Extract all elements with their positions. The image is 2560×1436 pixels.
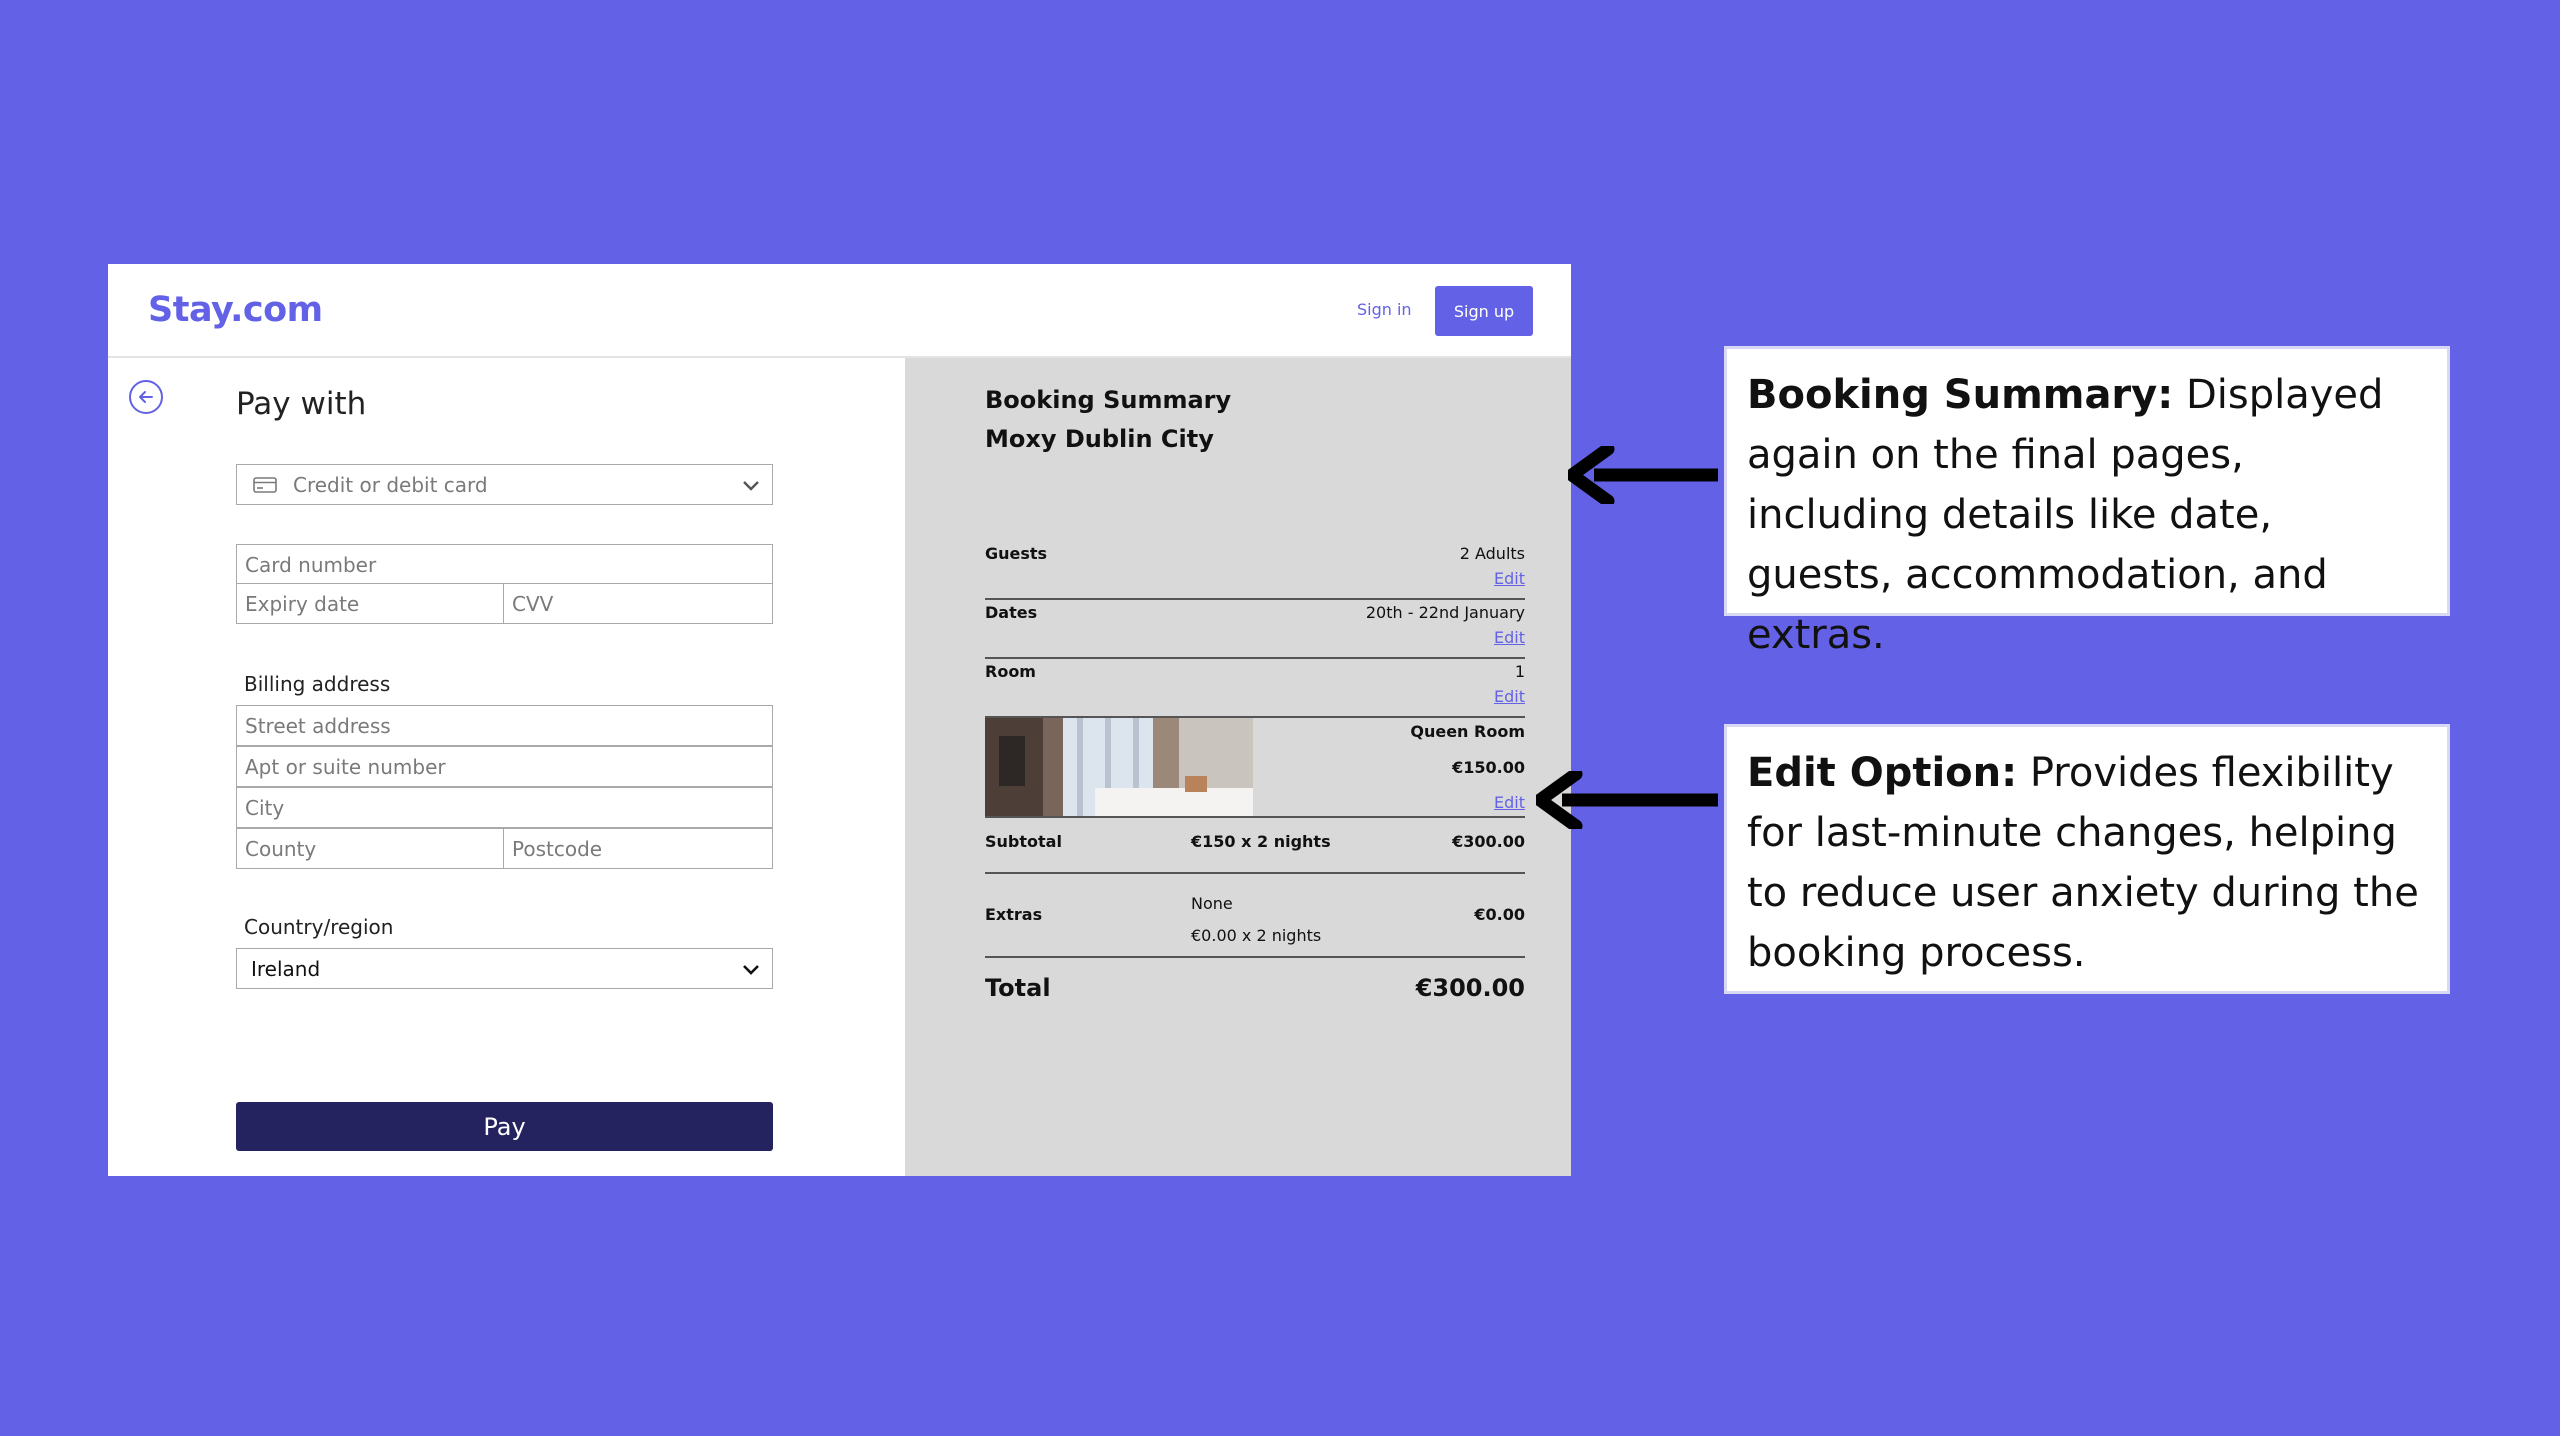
- subtotal-label: Subtotal: [985, 832, 1062, 851]
- room-value: 1: [1514, 662, 1525, 681]
- callout-title: Edit Option:: [1747, 750, 2018, 796]
- credit-card-icon: [253, 476, 277, 493]
- card-number-input[interactable]: Card number: [236, 544, 773, 585]
- payment-panel: Pay with Credit or debit card Card numbe…: [108, 358, 905, 1176]
- country-region-label: Country/region: [244, 915, 394, 939]
- arrow-left-icon: [1536, 771, 1718, 829]
- extras-value: €0.00: [1474, 905, 1525, 924]
- dates-value: 20th - 22nd January: [1365, 603, 1525, 622]
- guests-label: Guests: [985, 544, 1048, 563]
- country-value: Ireland: [251, 956, 321, 981]
- callout-title: Booking Summary:: [1747, 372, 2174, 418]
- top-nav: Stay.com Sign in Sign up: [108, 264, 1571, 358]
- pay-with-heading: Pay with: [236, 386, 367, 422]
- divider: [985, 598, 1525, 600]
- expiry-date-input[interactable]: Expiry date: [236, 583, 505, 624]
- sign-in-link[interactable]: Sign in: [1357, 300, 1412, 319]
- pay-button[interactable]: Pay: [236, 1102, 773, 1151]
- street-address-input[interactable]: Street address: [236, 705, 773, 746]
- subtotal-value: €300.00: [1452, 832, 1525, 851]
- hotel-name: Moxy Dublin City: [985, 425, 1214, 453]
- sign-up-button[interactable]: Sign up: [1435, 286, 1533, 336]
- booking-summary-callout: Booking Summary: Displayed again on the …: [1724, 346, 2450, 658]
- dates-label: Dates: [985, 603, 1038, 622]
- summary-title: Booking Summary: [985, 386, 1232, 414]
- edit-option-callout: Edit Option: Provides flexibility for la…: [1724, 724, 2450, 994]
- total-label: Total: [985, 974, 1051, 1002]
- postcode-input[interactable]: Postcode: [503, 828, 773, 869]
- guests-value: 2 Adults: [1459, 544, 1525, 563]
- room-label: Room: [985, 662, 1036, 681]
- room-price: €150.00: [1452, 758, 1525, 777]
- room-photo: [985, 718, 1253, 816]
- booking-summary-panel: Booking Summary Moxy Dublin City Guests …: [905, 358, 1571, 1176]
- checkout-mockup: Stay.com Sign in Sign up Pay with Credit…: [108, 264, 1571, 1176]
- billing-address-label: Billing address: [244, 672, 391, 696]
- dates-edit-link[interactable]: Edit: [1494, 628, 1525, 647]
- divider: [985, 872, 1525, 874]
- payment-method-select[interactable]: Credit or debit card: [236, 464, 773, 505]
- extras-calc: €0.00 x 2 nights: [1191, 926, 1322, 945]
- divider: [985, 657, 1525, 659]
- guests-edit-link[interactable]: Edit: [1494, 569, 1525, 588]
- divider: [985, 956, 1525, 958]
- logo[interactable]: Stay.com: [148, 290, 323, 330]
- chevron-down-icon: [742, 473, 760, 497]
- room-type-edit-link[interactable]: Edit: [1494, 793, 1525, 812]
- payment-method-value: Credit or debit card: [293, 472, 488, 497]
- extras-name: None: [1191, 894, 1233, 913]
- back-arrow-icon[interactable]: [129, 380, 163, 414]
- country-select[interactable]: Ireland: [236, 948, 773, 989]
- divider: [985, 816, 1525, 818]
- apt-suite-input[interactable]: Apt or suite number: [236, 746, 773, 787]
- city-input[interactable]: City: [236, 787, 773, 828]
- room-edit-link[interactable]: Edit: [1494, 687, 1525, 706]
- room-type: Queen Room: [1410, 722, 1525, 741]
- subtotal-calc: €150 x 2 nights: [1191, 832, 1331, 851]
- chevron-down-icon: [742, 957, 760, 981]
- cvv-input[interactable]: CVV: [503, 583, 773, 624]
- extras-label: Extras: [985, 905, 1043, 924]
- county-input[interactable]: County: [236, 828, 505, 869]
- arrow-left-icon: [1568, 446, 1718, 504]
- total-value: €300.00: [1415, 974, 1525, 1002]
